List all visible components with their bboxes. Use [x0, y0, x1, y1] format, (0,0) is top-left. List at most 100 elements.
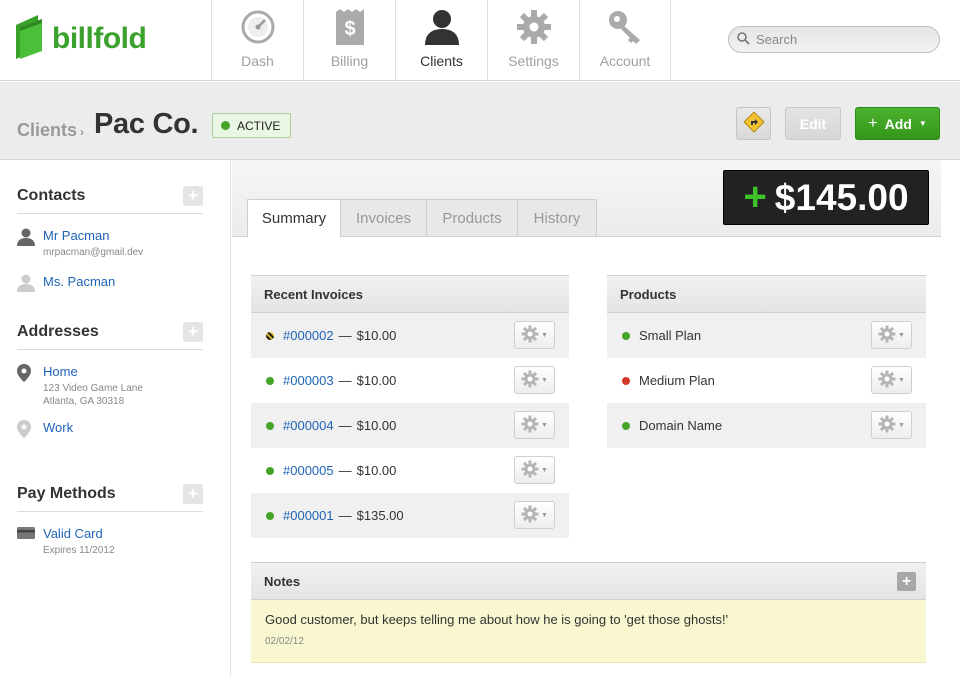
page-title: Pac Co. — [94, 108, 199, 140]
balance-display: + $145.00 — [723, 170, 929, 225]
add-address-button[interactable]: + — [183, 321, 203, 342]
gear-icon — [515, 8, 553, 46]
address-link[interactable]: Work — [43, 420, 73, 435]
gear-icon — [521, 460, 539, 481]
add-note-button[interactable]: + — [897, 571, 916, 591]
search-icon — [737, 31, 750, 48]
tab-products[interactable]: Products — [427, 199, 518, 237]
balance-amount: $145.00 — [774, 176, 909, 218]
invoice-row: #000001 — $135.00 ▼ — [251, 493, 569, 538]
contact-email: mrpacman@gmail.dev — [43, 247, 144, 258]
contact-link[interactable]: Mr Pacman — [43, 228, 109, 243]
tab-history[interactable]: History — [518, 199, 597, 237]
nav-item-settings[interactable]: Settings — [487, 0, 579, 81]
page-header: Clients › Pac Co. ACTIVE Edit + Add ▼ — [0, 82, 960, 160]
wallet-logo-icon — [16, 13, 44, 64]
status-badge: ACTIVE — [212, 113, 292, 138]
invoice-row: #000002 — $10.00 ▼ — [251, 313, 569, 358]
product-name: Small Plan — [639, 328, 702, 343]
address-item: Home 123 Video Game Lane Atlanta, GA 303… — [17, 364, 143, 408]
balance-sign: + — [743, 175, 767, 219]
breadcrumb-separator: › — [80, 125, 85, 139]
invoice-amount: $10.00 — [356, 418, 397, 433]
add-pay-method-button[interactable]: + — [183, 483, 203, 504]
map-pin-icon — [17, 420, 43, 441]
notes-header: Notes + — [251, 562, 926, 600]
svg-text:$: $ — [344, 18, 355, 40]
tab-summary[interactable]: Summary — [247, 199, 341, 238]
row-actions-button[interactable]: ▼ — [514, 366, 555, 394]
nav-item-clients[interactable]: Clients — [395, 0, 487, 81]
addresses-header: Addresses + — [17, 314, 203, 350]
note-text: Good customer, but keeps telling me abou… — [265, 612, 729, 627]
breadcrumb[interactable]: Clients › — [17, 120, 84, 141]
notes-title: Notes — [264, 573, 301, 589]
nav-item-account[interactable]: Account — [579, 0, 671, 81]
invoice-separator: — — [338, 328, 352, 343]
add-contact-button[interactable]: + — [183, 185, 203, 206]
invoice-link[interactable]: #000002 — [283, 328, 334, 343]
address-item: Work — [17, 420, 73, 441]
recent-invoices-panel: Recent Invoices #000002 — $10.00 ▼ #000003 — $… — [251, 275, 569, 538]
invoice-row: #000003 — $10.00 ▼ — [251, 358, 569, 403]
invoice-status-dot-icon — [266, 466, 274, 475]
row-actions-button[interactable]: ▼ — [514, 321, 555, 349]
row-actions-button[interactable]: ▼ — [871, 411, 912, 439]
caret-down-icon: ▼ — [541, 376, 548, 384]
contact-item: Mr Pacman mrpacman@gmail.dev — [17, 228, 143, 259]
tab-invoices[interactable]: Invoices — [341, 199, 427, 237]
invoice-row: #000004 — $10.00 ▼ — [251, 403, 569, 448]
gear-icon — [521, 415, 539, 436]
plus-icon: + — [868, 114, 878, 132]
map-pin-icon — [17, 364, 43, 408]
invoice-link[interactable]: #000005 — [283, 463, 334, 478]
recent-invoices-title: Recent Invoices — [251, 275, 569, 313]
search-input[interactable] — [756, 32, 926, 47]
gear-icon — [878, 325, 896, 346]
search-box[interactable] — [728, 26, 940, 53]
row-actions-button[interactable]: ▼ — [871, 366, 912, 394]
gear-icon — [878, 415, 896, 436]
product-status-dot-icon — [622, 421, 630, 430]
nav-item-dash[interactable]: Dash — [211, 0, 303, 81]
add-button[interactable]: + Add ▼ — [855, 107, 940, 140]
invoice-status-dot-icon — [266, 331, 274, 340]
note-date: 02/02/12 — [265, 636, 304, 647]
edit-button[interactable]: Edit — [785, 107, 841, 140]
row-actions-button[interactable]: ▼ — [514, 501, 555, 529]
row-actions-button[interactable]: ▼ — [514, 411, 555, 439]
route-button[interactable] — [736, 107, 771, 140]
nav-label: Settings — [508, 53, 559, 69]
sidebar: Contacts + Mr Pacman mrpacman@gmail.dev … — [0, 160, 231, 676]
pay-method-link[interactable]: Valid Card — [43, 526, 103, 541]
nav-label: Dash — [241, 53, 274, 69]
invoice-link[interactable]: #000004 — [283, 418, 334, 433]
contact-link[interactable]: Ms. Pacman — [43, 274, 115, 289]
row-actions-button[interactable]: ▼ — [871, 321, 912, 349]
product-status-dot-icon — [622, 331, 630, 340]
person-icon — [17, 228, 43, 259]
gear-icon — [878, 370, 896, 391]
nav-item-billing[interactable]: $ Billing — [303, 0, 395, 81]
main-nav: Dash $ Billing Clients Settings Account — [211, 0, 671, 81]
invoice-link[interactable]: #000001 — [283, 508, 334, 523]
invoice-separator: — — [338, 508, 352, 523]
invoice-separator: — — [338, 463, 352, 478]
product-row: Domain Name ▼ — [607, 403, 926, 448]
gear-icon — [521, 370, 539, 391]
key-icon — [606, 8, 644, 46]
invoice-link[interactable]: #000003 — [283, 373, 334, 388]
invoice-separator: — — [338, 418, 352, 433]
pay-method-expiry: Expires 11/2012 — [43, 545, 115, 556]
caret-down-icon: ▼ — [541, 511, 548, 519]
address-link[interactable]: Home — [43, 364, 78, 379]
row-actions-button[interactable]: ▼ — [514, 456, 555, 484]
nav-label: Clients — [420, 53, 463, 69]
caret-down-icon: ▼ — [898, 331, 905, 339]
gear-icon — [521, 505, 539, 526]
logo[interactable]: billfold — [16, 13, 147, 64]
breadcrumb-clients[interactable]: Clients — [17, 120, 77, 140]
invoice-status-dot-icon — [266, 511, 274, 520]
contacts-header: Contacts + — [17, 178, 203, 214]
caret-down-icon: ▼ — [541, 466, 548, 474]
